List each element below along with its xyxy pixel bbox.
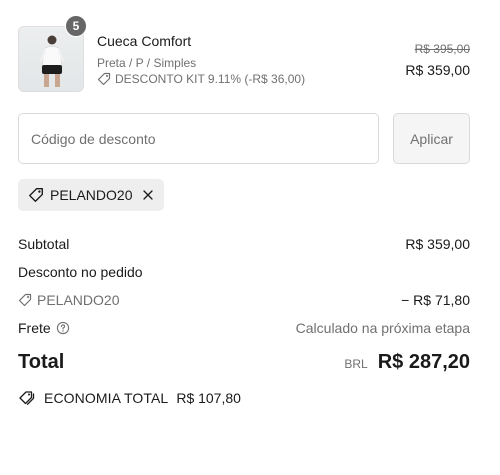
total-cell: BRL R$ 287,20 xyxy=(344,351,470,374)
order-discount-label: Desconto no pedido xyxy=(18,264,143,280)
shipping-row: Frete Calculado na próxima etapa xyxy=(18,319,470,337)
total-row: Total BRL R$ 287,20 xyxy=(18,348,470,376)
discount-code-input[interactable] xyxy=(18,113,379,164)
currency-code: BRL xyxy=(344,356,368,371)
discount-code-cell: PELANDO20 xyxy=(18,292,119,308)
total-value: R$ 287,20 xyxy=(377,350,470,373)
quantity-badge: 5 xyxy=(65,15,87,37)
applied-discount-code: PELANDO20 xyxy=(50,187,133,203)
subtotal-value: R$ 359,00 xyxy=(405,236,470,252)
discount-code-label: PELANDO20 xyxy=(37,292,120,308)
close-icon xyxy=(143,190,154,200)
product-kit-discount: DESCONTO KIT 9.11% (-R$ 36,00) xyxy=(97,72,305,86)
discount-value: − R$ 71,80 xyxy=(401,292,470,308)
shipping-label: Frete xyxy=(18,320,51,336)
order-discount-row: Desconto no pedido xyxy=(18,263,470,281)
tag-icon xyxy=(97,72,111,86)
subtotal-label: Subtotal xyxy=(18,236,70,252)
product-name: Cueca Comfort xyxy=(97,33,192,49)
discount-code-row: PELANDO20 − R$ 71,80 xyxy=(18,291,470,309)
applied-discount-chip: PELANDO20 xyxy=(18,179,165,211)
shipping-value: Calculado na próxima etapa xyxy=(295,320,470,336)
cart-line-item: 5 Cueca Comfort Preta / P / Simples DESC… xyxy=(18,15,470,92)
tag-icon xyxy=(18,293,32,307)
total-label: Total xyxy=(18,350,65,373)
shipping-cell: Frete xyxy=(18,320,70,336)
savings-label: ECONOMIA TOTAL xyxy=(44,390,169,406)
product-price: R$ 359,00 xyxy=(405,62,470,78)
subtotal-row: Subtotal R$ 359,00 xyxy=(18,235,470,253)
total-savings: ECONOMIA TOTAL R$ 107,80 xyxy=(18,389,241,407)
remove-discount-button[interactable] xyxy=(142,189,154,201)
savings-value: R$ 107,80 xyxy=(176,390,241,406)
help-circle-icon[interactable] xyxy=(56,321,70,335)
apply-discount-button[interactable]: Aplicar xyxy=(393,113,470,164)
product-thumbnail-wrapper: 5 xyxy=(18,15,87,92)
original-price: R$ 395,00 xyxy=(414,42,470,56)
tag-icon xyxy=(29,188,43,202)
product-variant: Preta / P / Simples xyxy=(97,56,197,70)
tags-icon xyxy=(19,391,35,405)
kit-discount-text: DESCONTO KIT 9.11% (-R$ 36,00) xyxy=(115,72,306,86)
